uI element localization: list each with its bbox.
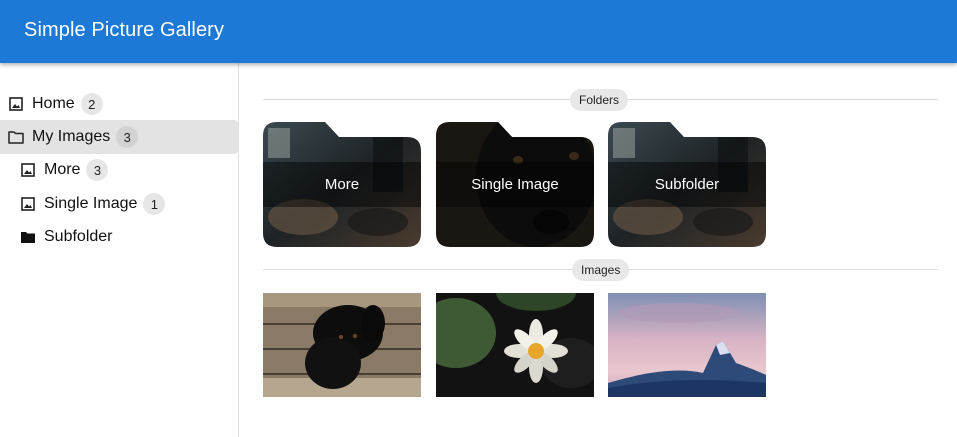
sidebar: Home 2 My Images 3 More 3 Single Image 1… [0,63,239,437]
gallery-content: Folders More Single Image Subfolder Imag… [239,63,957,437]
sidebar-item-subfolder[interactable]: Subfolder [0,220,238,254]
images-heading: Images [572,259,630,281]
sidebar-item-home[interactable]: Home 2 [0,87,238,121]
app-title: Simple Picture Gallery [24,19,225,41]
sidebar-item-single-image[interactable]: Single Image 1 [0,187,238,221]
folder-label: Subfolder [654,176,720,193]
sidebar-item-label: Home [32,95,75,112]
sidebar-item-label: Single Image [44,195,138,212]
sidebar-item-label: More [44,161,81,178]
image-thumbnail-dog[interactable] [263,293,421,397]
count-badge: 3 [86,159,109,181]
folder-tile-single-image[interactable]: Single Image [436,122,594,247]
folder-outline-icon [8,129,24,145]
count-badge: 2 [80,93,103,115]
folder-filled-icon [20,229,36,245]
image-thumbnail-water-lily[interactable] [436,293,594,397]
folder-label: More [324,176,360,193]
image-icon [20,196,36,212]
count-badge: 3 [116,126,139,148]
folders-heading: Folders [570,89,629,111]
image-icon [8,96,24,112]
folder-label: Single Image [471,176,559,193]
folder-tile-subfolder[interactable]: Subfolder [608,122,766,247]
app-bar: Simple Picture Gallery [0,0,957,63]
sidebar-item-more[interactable]: More 3 [0,153,238,187]
count-badge: 1 [143,193,166,215]
sidebar-item-label: My Images [32,128,111,145]
image-thumbnail-mountain[interactable] [608,293,766,397]
image-icon [20,162,36,178]
folder-tile-more[interactable]: More [263,122,421,247]
sidebar-item-label: Subfolder [44,228,113,245]
sidebar-item-my-images[interactable]: My Images 3 [0,120,238,154]
